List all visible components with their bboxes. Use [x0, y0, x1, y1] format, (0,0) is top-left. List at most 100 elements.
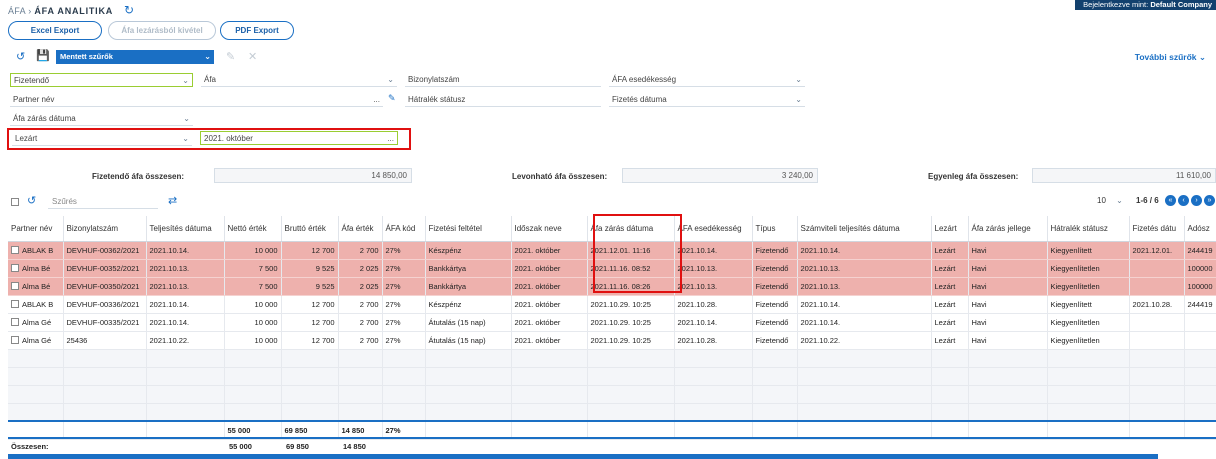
- swap-icon[interactable]: ⇄: [168, 194, 177, 207]
- cell-text: ABLAK B: [22, 245, 54, 255]
- payable-filter-value: Fizetendő: [14, 76, 50, 85]
- table-row[interactable]: Alma Gé DEVHUF-00335/2021 2021.10.14. 10 00…: [8, 313, 1216, 332]
- saved-filters-select[interactable]: Mentett szűrők ⌄: [56, 50, 214, 64]
- vat-filter-select[interactable]: Áfa ⌄: [201, 73, 397, 87]
- document-number-input[interactable]: Bizonylatszám: [405, 73, 601, 87]
- pdf-export-button[interactable]: PDF Export: [220, 21, 294, 40]
- column-header[interactable]: Áfa zárás jellege: [968, 216, 1048, 242]
- closed-status-select[interactable]: Lezárt ⌄: [12, 132, 192, 146]
- browse-icon[interactable]: ...: [387, 132, 394, 145]
- arrears-status-input[interactable]: Hátralék státusz: [405, 93, 601, 107]
- save-icon[interactable]: 💾: [36, 49, 50, 62]
- column-header[interactable]: Időszak neve: [511, 216, 588, 242]
- cell-text: Alma Bé: [22, 281, 51, 291]
- cell-text: 10 000: [254, 335, 278, 345]
- column-header[interactable]: Nettó érték: [224, 216, 282, 242]
- partner-name-input[interactable]: Partner név ...: [10, 93, 383, 107]
- table-row[interactable]: Alma Gé 25436 2021.10.22. 10 000 12 700 2 700…: [8, 331, 1216, 350]
- column-header[interactable]: Áfa érték: [338, 216, 383, 242]
- prev-page-icon[interactable]: ‹: [1178, 195, 1189, 206]
- table-cell: Lezárt: [931, 259, 969, 278]
- column-header[interactable]: Partner név: [8, 216, 64, 242]
- edit-partner-icon[interactable]: ✎: [388, 93, 396, 104]
- column-header[interactable]: Bizonylatszám: [63, 216, 147, 242]
- table-cell: 10 000: [224, 295, 282, 314]
- grand-total-label: Összesen:: [11, 442, 49, 451]
- table-cell: DEVHUF-00352/2021: [63, 259, 147, 278]
- cell-text: 2 025: [359, 263, 379, 273]
- row-checkbox[interactable]: [11, 263, 19, 272]
- reset-grid-icon[interactable]: ↺: [27, 194, 36, 207]
- last-page-icon[interactable]: »: [1204, 195, 1215, 206]
- table-row[interactable]: ABLAK B DEVHUF-00336/2021 2021.10.14. 10 00…: [8, 295, 1216, 314]
- row-checkbox[interactable]: [11, 317, 19, 326]
- table-cell: 2021.10.13.: [797, 277, 932, 296]
- vat-due-filter-select[interactable]: ÁFA esedékesség ⌄: [609, 73, 805, 87]
- cell-text: 2021. október: [514, 335, 561, 345]
- column-header[interactable]: Bruttó érték: [281, 216, 339, 242]
- breadcrumb-parent[interactable]: ÁFA: [8, 6, 25, 16]
- empty-cell: [382, 349, 426, 368]
- table-cell: 2021.10.14.: [797, 295, 932, 314]
- cell-text: 2021.10.13.: [149, 263, 190, 273]
- table-cell: 2021. október: [511, 259, 588, 278]
- table-cell: 2021.10.14.: [146, 241, 225, 260]
- next-page-icon[interactable]: ›: [1191, 195, 1202, 206]
- column-header[interactable]: Típus: [752, 216, 798, 242]
- column-header[interactable]: Számviteli teljesítés dátuma: [797, 216, 932, 242]
- table-cell: 2021. október: [511, 295, 588, 314]
- column-header[interactable]: Fizetés dátu: [1129, 216, 1185, 242]
- table-cell: Fizetendő: [752, 259, 798, 278]
- edit-icon[interactable]: ✎: [226, 50, 235, 63]
- column-header[interactable]: Adósz: [1184, 216, 1216, 242]
- delete-icon[interactable]: ✕: [248, 50, 257, 63]
- table-cell: 100000: [1184, 259, 1216, 278]
- first-page-icon[interactable]: «: [1165, 195, 1176, 206]
- column-header[interactable]: Teljesítés dátuma: [146, 216, 225, 242]
- horizontal-scrollbar[interactable]: [8, 454, 1158, 459]
- browse-icon[interactable]: ...: [373, 93, 380, 106]
- column-header[interactable]: Lezárt: [931, 216, 969, 242]
- column-header[interactable]: ÁFA esedékesség: [674, 216, 753, 242]
- column-header[interactable]: Fizetési feltétel: [425, 216, 512, 242]
- row-checkbox[interactable]: [11, 335, 19, 344]
- cell-text: Kiegyenlítetlen: [1050, 281, 1100, 291]
- empty-cell: [968, 349, 1048, 368]
- more-filters-link[interactable]: További szűrők ⌄: [1135, 52, 1206, 63]
- empty-cell: [425, 349, 512, 368]
- row-checkbox[interactable]: [11, 281, 19, 290]
- table-cell: ABLAK B: [8, 241, 64, 260]
- table-cell: [1184, 331, 1216, 350]
- chevron-down-icon: ⌄: [387, 75, 394, 84]
- cell-text: Bankkártya: [428, 281, 467, 291]
- cell-text: 2021.10.14.: [800, 245, 841, 255]
- vat-closing-date-filter-select[interactable]: Áfa zárás dátuma ⌄: [10, 112, 193, 126]
- cell-text: 27%: [385, 335, 401, 345]
- cell-text: 7 500: [258, 281, 278, 291]
- table-cell: 2 025: [338, 259, 383, 278]
- cell-text: DEVHUF-00335/2021: [66, 317, 140, 327]
- payable-filter-select[interactable]: Fizetendő ⌄: [10, 73, 193, 87]
- chevron-down-icon: ⌄: [1198, 52, 1206, 62]
- select-all-checkbox[interactable]: [11, 198, 19, 206]
- excel-export-button[interactable]: Excel Export: [8, 21, 102, 40]
- cell-text: Fizetendő: [755, 317, 789, 327]
- page-size-select[interactable]: 10 ⌄: [1097, 196, 1123, 205]
- table-cell: 244419: [1184, 295, 1216, 314]
- payment-date-filter-select[interactable]: Fizetés dátuma ⌄: [609, 93, 805, 107]
- reset-filter-icon[interactable]: ↺: [16, 50, 25, 63]
- grid-search-input[interactable]: Szűrés: [48, 195, 158, 209]
- table-cell: Havi: [968, 277, 1048, 296]
- period-input[interactable]: 2021. október ...: [200, 131, 398, 145]
- column-header[interactable]: Hátralék státusz: [1047, 216, 1130, 242]
- cell-text: 27%: [385, 299, 401, 309]
- refresh-icon[interactable]: ↻: [124, 3, 134, 17]
- cell-text: Lezárt: [934, 299, 956, 309]
- cell-text: 9 525: [315, 263, 335, 273]
- row-checkbox[interactable]: [11, 245, 19, 254]
- table-cell: Kiegyenlítetlen: [1047, 331, 1130, 350]
- row-checkbox[interactable]: [11, 299, 19, 308]
- empty-cell: [931, 385, 969, 404]
- remove-from-closing-button[interactable]: Áfa lezárásból kivétel: [108, 21, 216, 40]
- column-header[interactable]: ÁFA kód: [382, 216, 426, 242]
